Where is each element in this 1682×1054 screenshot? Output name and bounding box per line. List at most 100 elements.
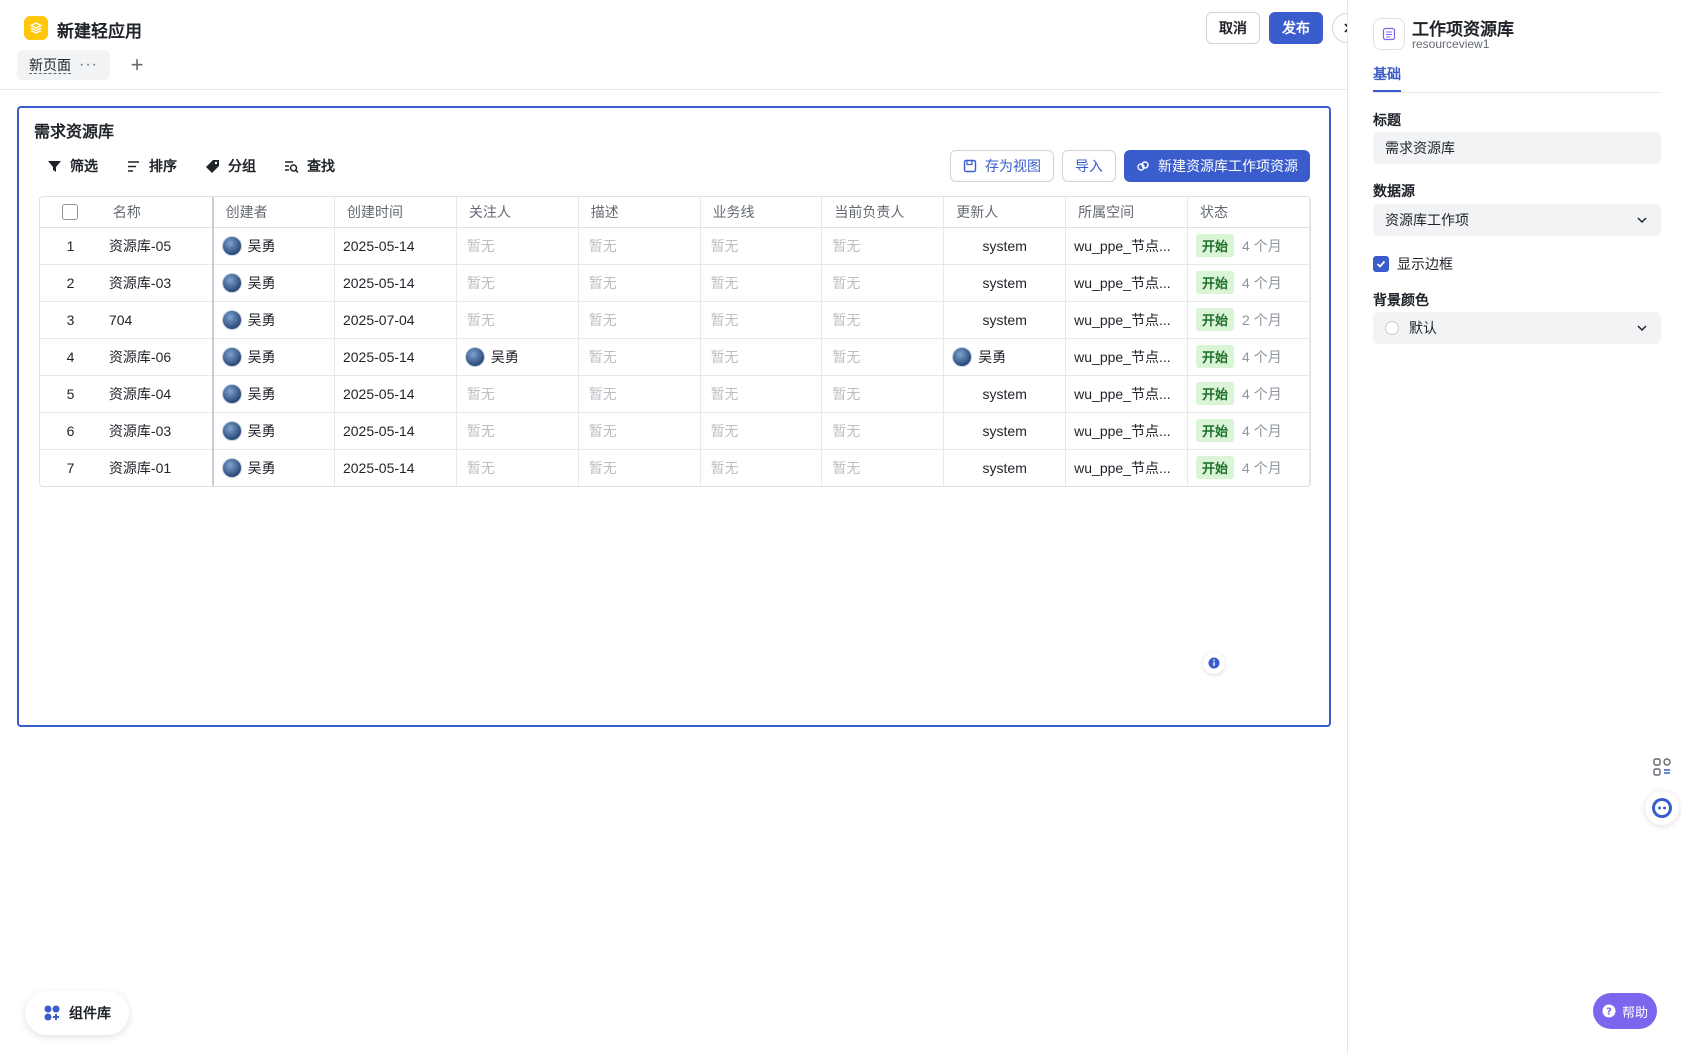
- created-cell[interactable]: 2025-05-14: [334, 338, 457, 376]
- column-header[interactable]: 业务线: [700, 197, 823, 228]
- desc-cell[interactable]: 暂无: [578, 227, 701, 265]
- desc-cell[interactable]: 暂无: [578, 449, 701, 486]
- updater-cell[interactable]: system: [943, 301, 1067, 339]
- creator-cell[interactable]: 吴勇: [212, 449, 335, 486]
- created-cell[interactable]: 2025-05-14: [334, 412, 457, 450]
- select-all-checkbox[interactable]: [62, 204, 79, 221]
- table-row[interactable]: 4 资源库-06 吴勇 2025-05-14 吴勇 暂无 暂无 暂无 吴勇 wu_ppe_节点..…: [40, 338, 1310, 376]
- created-cell[interactable]: 2025-07-04: [334, 301, 457, 339]
- status-cell[interactable]: 开始 4 个月: [1187, 227, 1310, 265]
- follower-cell[interactable]: 暂无: [456, 449, 579, 486]
- filter-button[interactable]: 筛选: [47, 156, 98, 176]
- space-cell[interactable]: wu_ppe_节点...: [1065, 412, 1188, 450]
- search-button[interactable]: 查找: [284, 156, 335, 176]
- created-cell[interactable]: 2025-05-14: [334, 375, 457, 413]
- name-cell[interactable]: 资源库-06: [100, 338, 214, 376]
- desc-cell[interactable]: 暂无: [578, 301, 701, 339]
- column-header[interactable]: 描述: [578, 197, 701, 228]
- help-button[interactable]: ? 帮助: [1593, 993, 1657, 1029]
- info-icon[interactable]: [1203, 652, 1225, 674]
- owner-cell[interactable]: 暂无: [821, 412, 945, 450]
- space-cell[interactable]: wu_ppe_节点...: [1065, 375, 1188, 413]
- creator-cell[interactable]: 吴勇: [212, 338, 335, 376]
- biz-cell[interactable]: 暂无: [700, 227, 823, 265]
- updater-cell[interactable]: system: [943, 412, 1067, 450]
- creator-cell[interactable]: 吴勇: [212, 375, 335, 413]
- space-cell[interactable]: wu_ppe_节点...: [1065, 338, 1188, 376]
- table-row[interactable]: 2 资源库-03 吴勇 2025-05-14 暂无 暂无 暂无 暂无 system wu_ppe_…: [40, 264, 1310, 302]
- name-cell[interactable]: 704: [100, 301, 214, 339]
- column-header[interactable]: 当前负责人: [821, 197, 945, 228]
- owner-cell[interactable]: 暂无: [821, 227, 945, 265]
- publish-button[interactable]: 发布: [1269, 12, 1323, 44]
- tab-page[interactable]: 新页面 ···: [17, 50, 110, 80]
- column-header[interactable]: 创建者: [212, 197, 335, 228]
- biz-cell[interactable]: 暂无: [700, 301, 823, 339]
- updater-cell[interactable]: system: [943, 264, 1067, 302]
- owner-cell[interactable]: 暂无: [821, 301, 945, 339]
- column-header[interactable]: 名称: [100, 197, 214, 228]
- more-icon[interactable]: ···: [79, 57, 98, 73]
- column-header[interactable]: 关注人: [456, 197, 579, 228]
- updater-cell[interactable]: system: [943, 449, 1067, 486]
- created-cell[interactable]: 2025-05-14: [334, 449, 457, 486]
- name-cell[interactable]: 资源库-03: [100, 412, 214, 450]
- follower-cell[interactable]: 吴勇: [456, 338, 579, 376]
- group-button[interactable]: 分组: [205, 156, 256, 176]
- column-header[interactable]: 所属空间: [1065, 197, 1188, 228]
- owner-cell[interactable]: 暂无: [821, 264, 945, 302]
- updater-cell[interactable]: system: [943, 227, 1067, 265]
- follower-cell[interactable]: 暂无: [456, 412, 579, 450]
- status-cell[interactable]: 开始 4 个月: [1187, 412, 1310, 450]
- follower-cell[interactable]: 暂无: [456, 375, 579, 413]
- resource-view-component[interactable]: 需求资源库 筛选 排序 分组 查找 存为视图 导入 新建资源库工作项资源 名称 …: [17, 106, 1331, 727]
- desc-cell[interactable]: 暂无: [578, 375, 701, 413]
- owner-cell[interactable]: 暂无: [821, 375, 945, 413]
- owner-cell[interactable]: 暂无: [821, 449, 945, 486]
- save-view-button[interactable]: 存为视图: [950, 150, 1054, 182]
- title-input[interactable]: 需求资源库: [1373, 132, 1661, 164]
- datasource-select[interactable]: 资源库工作项: [1373, 204, 1661, 236]
- updater-cell[interactable]: 吴勇: [943, 338, 1067, 376]
- creator-cell[interactable]: 吴勇: [212, 264, 335, 302]
- creator-cell[interactable]: 吴勇: [212, 412, 335, 450]
- desc-cell[interactable]: 暂无: [578, 264, 701, 302]
- sort-button[interactable]: 排序: [126, 156, 177, 176]
- table-row[interactable]: 7 资源库-01 吴勇 2025-05-14 暂无 暂无 暂无 暂无 system wu_ppe_…: [40, 449, 1310, 486]
- biz-cell[interactable]: 暂无: [700, 449, 823, 486]
- add-page-button[interactable]: +: [124, 52, 150, 78]
- name-cell[interactable]: 资源库-03: [100, 264, 214, 302]
- status-cell[interactable]: 开始 4 个月: [1187, 449, 1310, 486]
- follower-cell[interactable]: 暂无: [456, 301, 579, 339]
- widget-grid-icon[interactable]: [1647, 752, 1677, 782]
- biz-cell[interactable]: 暂无: [700, 264, 823, 302]
- space-cell[interactable]: wu_ppe_节点...: [1065, 227, 1188, 265]
- creator-cell[interactable]: 吴勇: [212, 227, 335, 265]
- status-cell[interactable]: 开始 4 个月: [1187, 338, 1310, 376]
- status-cell[interactable]: 开始 4 个月: [1187, 264, 1310, 302]
- column-header[interactable]: 创建时间: [334, 197, 457, 228]
- created-cell[interactable]: 2025-05-14: [334, 264, 457, 302]
- component-library-button[interactable]: 组件库: [25, 991, 129, 1035]
- desc-cell[interactable]: 暂无: [578, 338, 701, 376]
- biz-cell[interactable]: 暂无: [700, 412, 823, 450]
- import-button[interactable]: 导入: [1062, 150, 1116, 182]
- name-cell[interactable]: 资源库-05: [100, 227, 214, 265]
- name-cell[interactable]: 资源库-04: [100, 375, 214, 413]
- space-cell[interactable]: wu_ppe_节点...: [1065, 449, 1188, 486]
- owner-cell[interactable]: 暂无: [821, 338, 945, 376]
- table-row[interactable]: 1 资源库-05 吴勇 2025-05-14 暂无 暂无 暂无 暂无 system wu_ppe_…: [40, 227, 1310, 265]
- show-border-checkbox[interactable]: [1373, 256, 1389, 272]
- desc-cell[interactable]: 暂无: [578, 412, 701, 450]
- table-row[interactable]: 6 资源库-03 吴勇 2025-05-14 暂无 暂无 暂无 暂无 system wu_ppe_…: [40, 412, 1310, 450]
- bg-color-select[interactable]: 默认: [1373, 312, 1661, 344]
- follower-cell[interactable]: 暂无: [456, 227, 579, 265]
- assistant-icon[interactable]: [1645, 791, 1679, 825]
- cancel-button[interactable]: 取消: [1206, 12, 1260, 44]
- created-cell[interactable]: 2025-05-14: [334, 227, 457, 265]
- biz-cell[interactable]: 暂无: [700, 375, 823, 413]
- space-cell[interactable]: wu_ppe_节点...: [1065, 264, 1188, 302]
- updater-cell[interactable]: system: [943, 375, 1067, 413]
- new-resource-button[interactable]: 新建资源库工作项资源: [1124, 150, 1310, 182]
- show-border-toggle[interactable]: 显示边框: [1373, 254, 1453, 274]
